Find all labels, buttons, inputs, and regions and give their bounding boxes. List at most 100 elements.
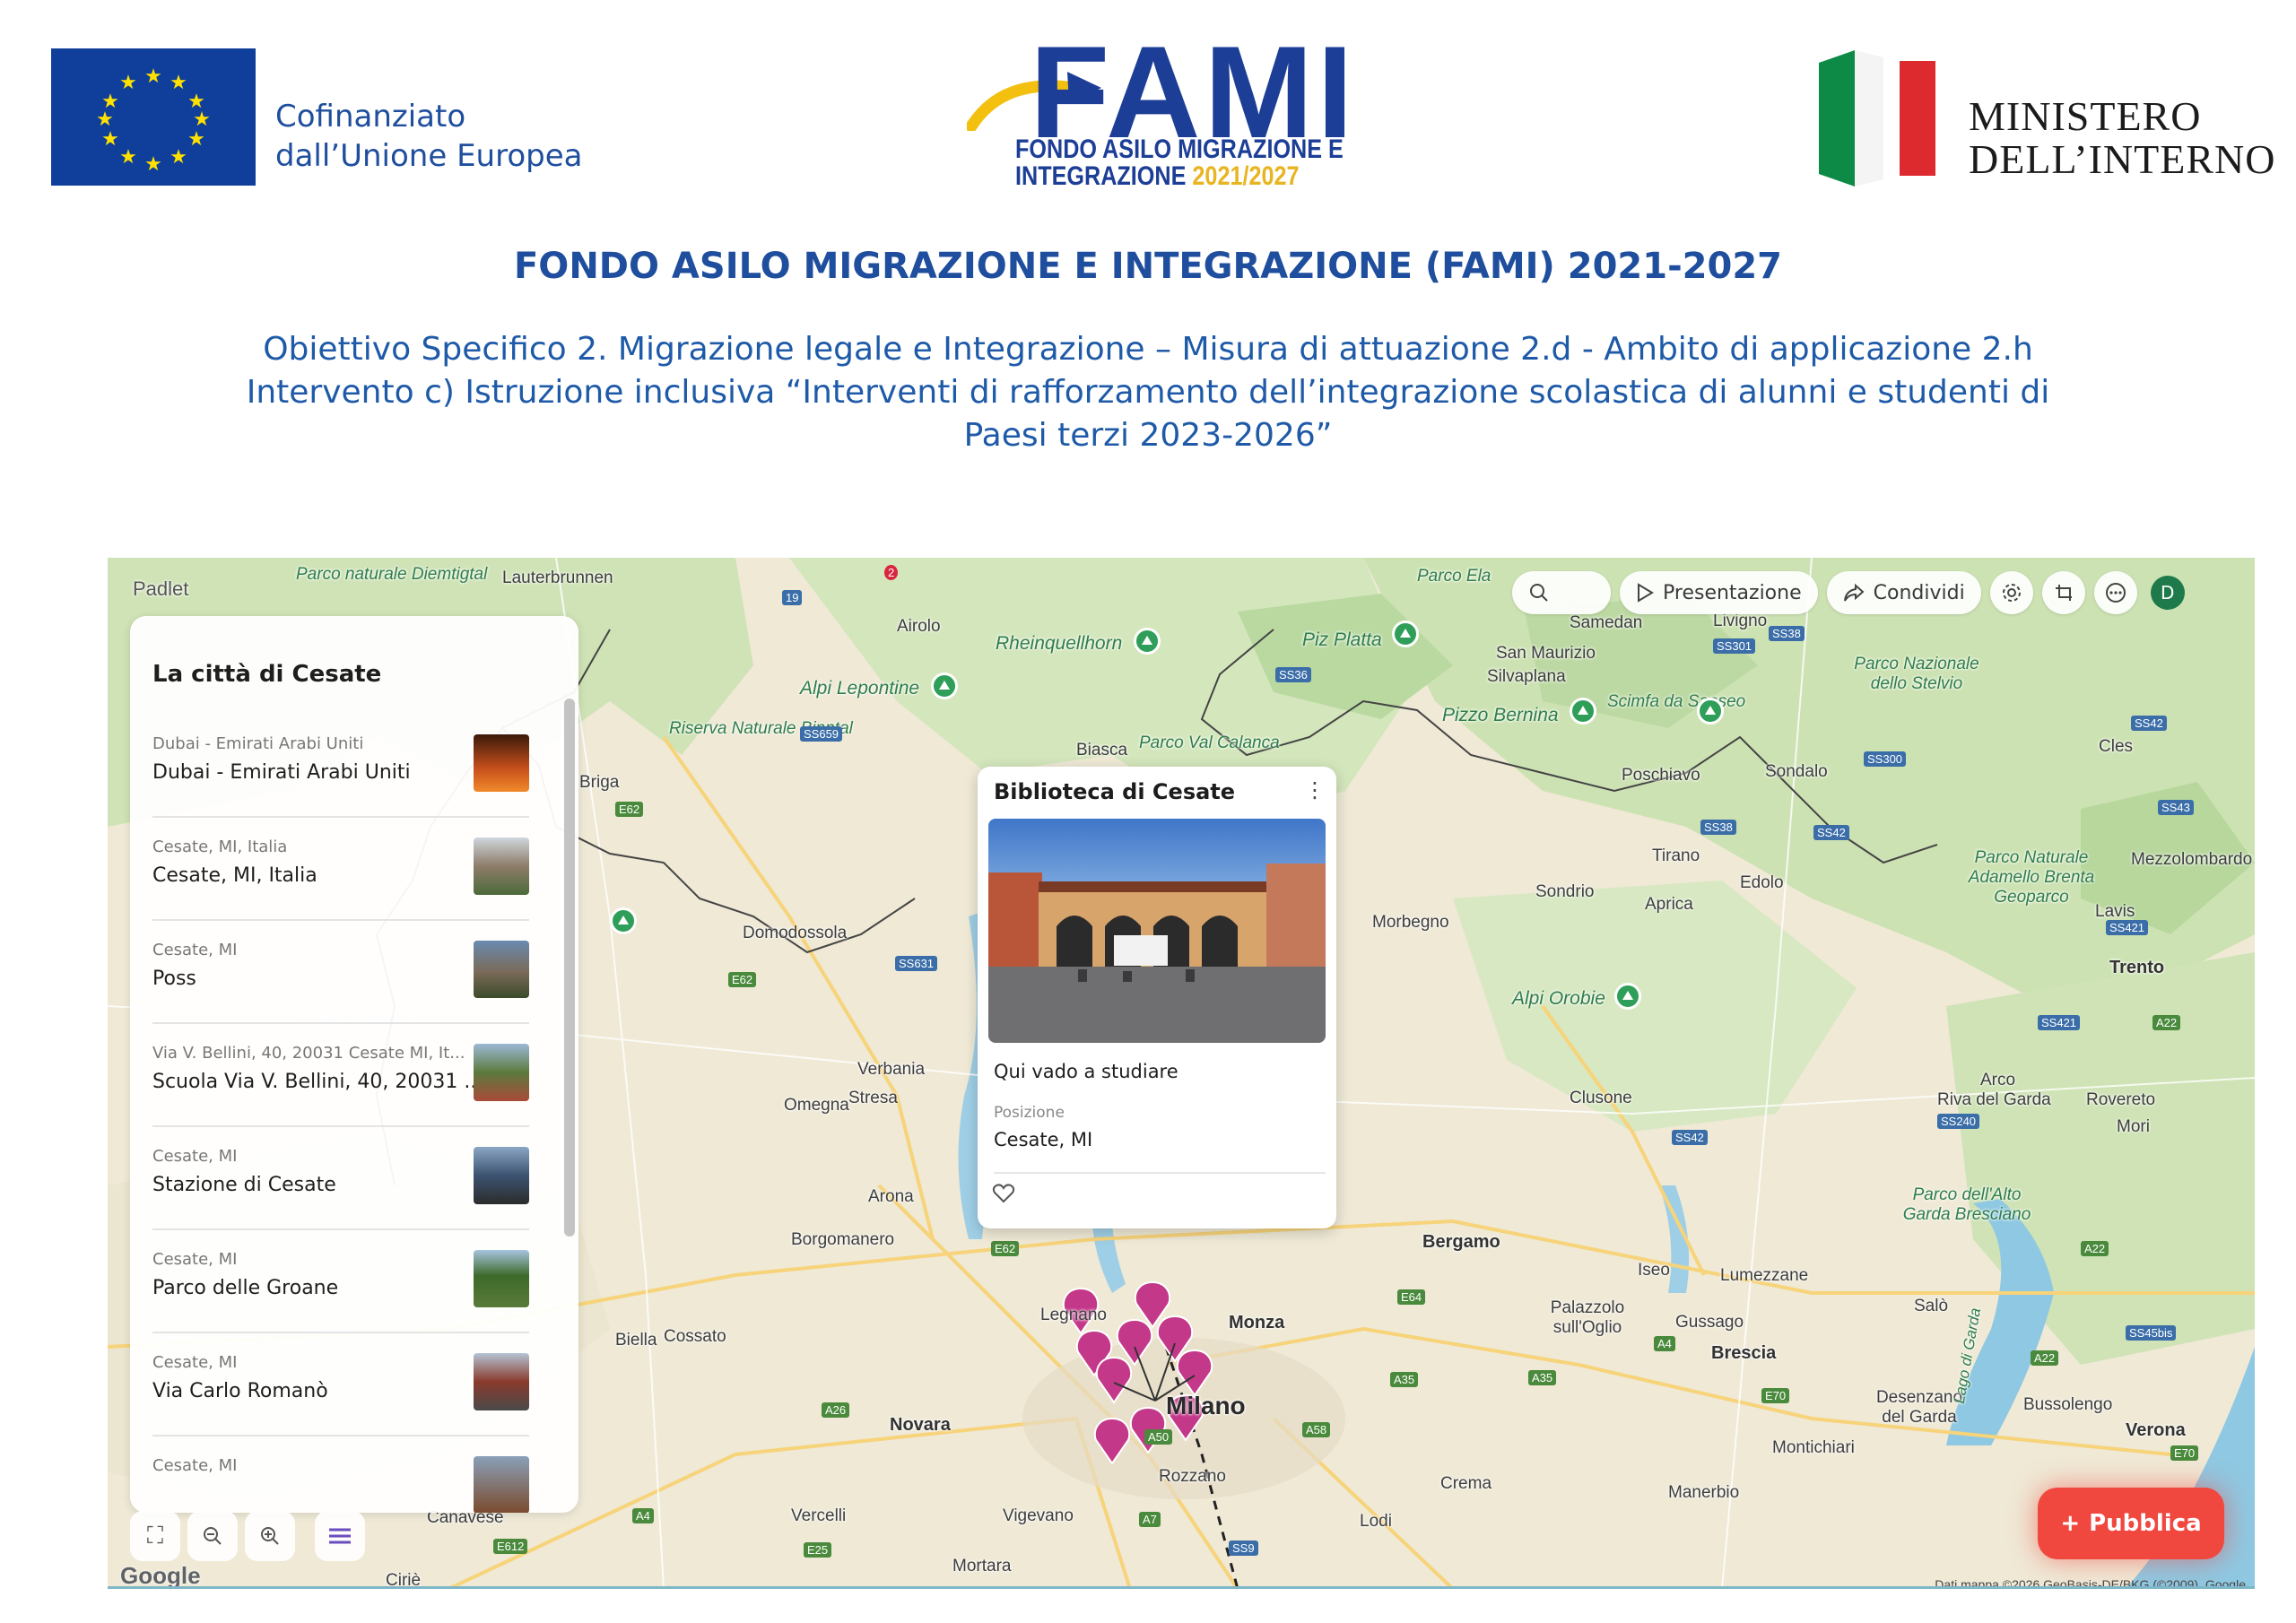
road-shield: E62	[615, 802, 644, 817]
list-item[interactable]: Cesate, MI, Italia Cesate, MI, Italia	[152, 818, 529, 921]
map-label: Domodossola	[743, 924, 848, 942]
map-label: Scimfa da Saoseo	[1607, 692, 1746, 711]
road-shield: SS38	[1769, 626, 1805, 641]
park-marker-icon[interactable]	[931, 673, 958, 699]
subtitle-line3: Paesi terzi 2023-2026”	[963, 417, 1333, 454]
map-label: Lumezzane	[1720, 1266, 1809, 1285]
subtitle-line2: Intervento c) Istruzione inclusiva “Inte…	[246, 374, 2050, 411]
list-item-title: Via Carlo Romanò	[152, 1380, 328, 1402]
list-item[interactable]: Cesate, MI Via Carlo Romanò	[152, 1333, 529, 1436]
map-label: Silvaplana	[1487, 667, 1566, 686]
map-label: Cles	[2099, 737, 2134, 756]
heart-icon	[992, 1184, 1015, 1203]
map-label: Alpi Lepontine	[800, 678, 920, 699]
condividi-label: Condividi	[1873, 581, 1965, 604]
map-label: Omegna	[784, 1096, 849, 1115]
park-marker-icon[interactable]	[610, 907, 637, 934]
fami-subtitle-years: 2021/2027	[1192, 161, 1300, 191]
map-label-milano: Milano	[1166, 1392, 1246, 1419]
road-shield: A22	[2081, 1241, 2109, 1256]
search-icon	[1530, 584, 1548, 602]
library-photo	[988, 819, 1326, 1043]
map-label: Lauterbrunnen	[502, 568, 613, 587]
map-label: Monza	[1229, 1313, 1285, 1332]
map-label: Parco Ela	[1417, 567, 1492, 586]
list-item[interactable]: Cesate, MI Stazione di Cesate	[152, 1127, 529, 1230]
sidebar-title: La città di Cesate	[152, 661, 382, 688]
avatar: D	[2150, 576, 2185, 610]
list-item-title: Cesate, MI, Italia	[152, 864, 317, 887]
list-item-location: Cesate, MI	[152, 1456, 238, 1475]
fami-subtitle-2: INTEGRAZIONE 2021/2027	[1015, 161, 1300, 192]
sidebar-list: Dubai - Emirati Arabi Uniti Dubai - Emir…	[130, 715, 552, 1513]
eu-text-line1: Cofinanziato	[275, 99, 466, 135]
zoom-in-button[interactable]	[245, 1511, 295, 1561]
search-button[interactable]	[1512, 571, 1611, 614]
card-position-label: Posizione	[994, 1104, 1065, 1122]
remix-button[interactable]	[2041, 571, 2085, 614]
fullscreen-button[interactable]: ⛶	[130, 1511, 180, 1561]
list-item[interactable]: Cesate, MI	[152, 1436, 529, 1513]
presentazione-button[interactable]: Presentazione	[1620, 571, 1818, 614]
map-label: Morbegno	[1372, 913, 1449, 932]
list-toggle-button[interactable]	[315, 1511, 365, 1561]
settings-button[interactable]	[1989, 571, 2033, 614]
list-item-thumbnail	[474, 941, 529, 998]
park-marker-icon[interactable]	[1570, 698, 1596, 725]
park-marker-icon[interactable]	[1614, 983, 1641, 1010]
map-label: Crema	[1440, 1474, 1492, 1493]
fullscreen-icon: ⛶	[146, 1522, 164, 1549]
map-label: Airolo	[897, 617, 941, 636]
road-shield: SS301	[1713, 638, 1756, 654]
list-item[interactable]: Cesate, MI Poss	[152, 921, 529, 1024]
avatar-button[interactable]: D	[2146, 571, 2189, 614]
svg-text:★: ★	[170, 146, 187, 169]
map-view[interactable]: Padlet Parco naturale Diemtigtal Lauterb…	[108, 558, 2255, 1589]
map-label: Lodi	[1360, 1512, 1392, 1531]
more-button[interactable]	[2093, 571, 2137, 614]
road-shield: SS38	[1700, 820, 1736, 835]
card-image[interactable]	[988, 819, 1326, 1043]
list-item-title: Stazione di Cesate	[152, 1174, 336, 1196]
map-controls: ⛶	[130, 1511, 365, 1561]
map-label: Salò	[1914, 1297, 1949, 1315]
ministero-line1: MINISTERO	[1969, 93, 2202, 139]
list-item[interactable]: Dubai - Emirati Arabi Uniti Dubai - Emir…	[152, 715, 529, 818]
publish-button[interactable]: + Pubblica	[2038, 1488, 2224, 1559]
list-item[interactable]: Via V. Bellini, 40, 20031 Cesate MI, It.…	[152, 1024, 529, 1127]
park-marker-icon[interactable]	[1392, 621, 1419, 647]
list-item-title: Parco delle Groane	[152, 1277, 339, 1299]
google-logo: Google	[120, 1562, 201, 1589]
road-shield: A7	[1139, 1512, 1161, 1527]
road-shield: E25	[804, 1542, 832, 1558]
post-popup-card[interactable]: Biblioteca di Cesate ⋮ Qui vado a studia…	[978, 767, 1336, 1228]
park-marker-icon[interactable]	[1134, 628, 1161, 655]
zoom-out-button[interactable]	[187, 1511, 238, 1561]
list-icon	[329, 1528, 351, 1544]
remix-icon	[2055, 585, 2072, 601]
plus-icon: +	[2060, 1510, 2081, 1537]
sidebar-scrollbar[interactable]	[564, 699, 575, 1237]
map-label: Cossato	[664, 1327, 726, 1346]
map-label: Sondrio	[1535, 882, 1595, 901]
road-shield: E62	[991, 1241, 1020, 1256]
condividi-button[interactable]: Condividi	[1826, 571, 1981, 614]
road-shield: SS43	[2158, 800, 2194, 815]
list-item-title: Dubai - Emirati Arabi Uniti	[152, 761, 411, 784]
card-caption: Qui vado a studiare	[994, 1061, 1178, 1082]
list-item[interactable]: Cesate, MI Parco delle Groane	[152, 1230, 529, 1333]
list-item-thumbnail	[474, 1044, 529, 1101]
list-item-location: Cesate, MI	[152, 1250, 238, 1269]
eu-cofinanced-text: Cofinanziato dall’Unione Europea	[275, 97, 582, 176]
map-label: Arco	[1980, 1071, 2016, 1089]
map-label: Rozzano	[1159, 1467, 1226, 1486]
list-item-location: Cesate, MI	[152, 1147, 238, 1166]
park-marker-icon[interactable]	[1697, 698, 1724, 725]
card-menu-button[interactable]: ⋮	[1304, 777, 1326, 803]
subtitle-line1: Obiettivo Specifico 2. Migrazione legale…	[263, 331, 2033, 368]
like-button[interactable]	[992, 1183, 1015, 1211]
road-shield: E612	[493, 1539, 528, 1554]
road-shield: SS631	[895, 956, 938, 971]
map-copyright[interactable]: Dati mappa ©2026 GeoBasis-DE/BKG (©2009)…	[1935, 1577, 2246, 1586]
page-title: FONDO ASILO MIGRAZIONE E INTEGRAZIONE (F…	[513, 246, 1783, 287]
